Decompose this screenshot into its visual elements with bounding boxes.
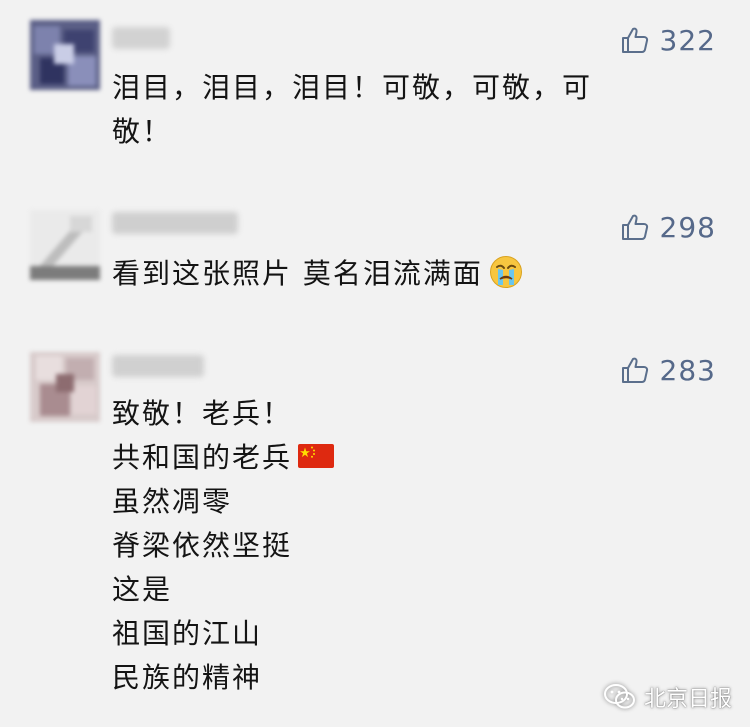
like-button[interactable]: 283 <box>620 350 716 390</box>
avatar[interactable] <box>30 210 100 280</box>
comment-line: 祖国的江山 <box>112 617 263 650</box>
comment-line: 致敬！老兵！ <box>112 397 293 430</box>
username-blurred[interactable] <box>112 212 238 234</box>
china-flag-icon <box>298 444 335 468</box>
crying-face-icon <box>489 256 522 288</box>
comment-line: 虽然凋零 <box>112 485 233 518</box>
avatar[interactable] <box>30 20 100 90</box>
like-button[interactable]: 298 <box>620 207 716 247</box>
comment-line: 敬！ <box>112 115 173 148</box>
like-count: 283 <box>659 353 716 387</box>
thumbs-up-icon <box>621 214 648 240</box>
username-blurred[interactable] <box>112 355 204 377</box>
watermark: 北京日报 <box>603 681 732 713</box>
watermark-text: 北京日报 <box>643 687 732 712</box>
comment-line: 共和国的老兵 <box>112 441 293 474</box>
wechat-icon <box>603 684 635 709</box>
thumbs-up-icon <box>621 357 648 383</box>
comment-line: 民族的精神 <box>112 661 263 694</box>
comment-line: 看到这张照片 莫名泪流满面 <box>112 257 483 290</box>
like-count: 322 <box>659 23 716 57</box>
avatar[interactable] <box>30 352 100 422</box>
username-blurred[interactable] <box>112 27 170 49</box>
comment-text: 看到这张照片 莫名泪流满面 <box>112 252 682 296</box>
comment-line: 这是 <box>112 573 173 606</box>
like-button[interactable]: 322 <box>620 20 716 60</box>
comment-text: 泪目，泪目，泪目！可敬，可敬，可 敬！ <box>112 66 682 154</box>
comment-text: 致敬！老兵！ 共和国的老兵 虽然凋零 脊梁依然坚挺 这是 祖国的江山 民族的精神 <box>112 392 682 700</box>
comment-line: 泪目，泪目，泪目！可敬，可敬，可 <box>112 71 593 104</box>
like-count: 298 <box>659 210 716 244</box>
comment-line: 脊梁依然坚挺 <box>112 529 293 562</box>
thumbs-up-icon <box>621 27 648 53</box>
